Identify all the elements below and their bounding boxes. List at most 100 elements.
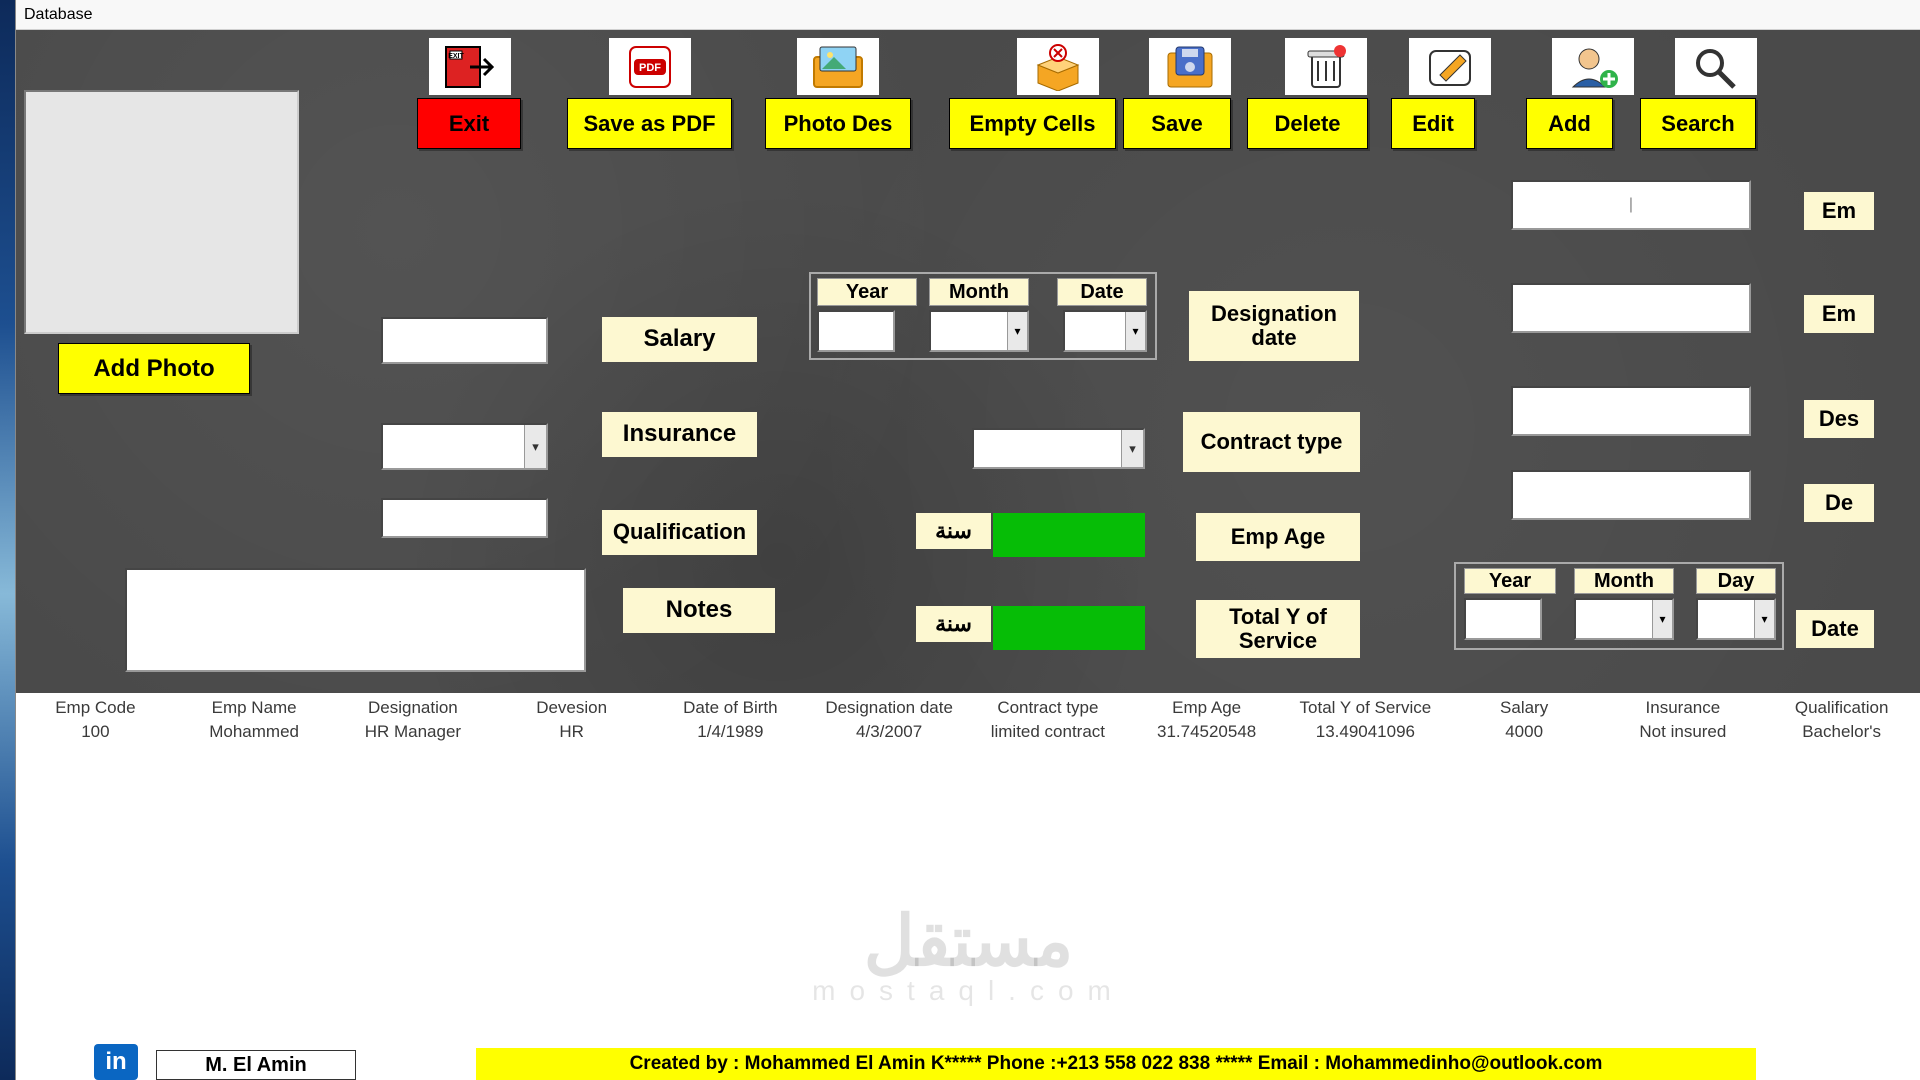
contract-type-label: Contract type: [1183, 412, 1360, 472]
qualification-label: Qualification: [602, 510, 757, 555]
grid-data-cell: Mohammed: [175, 720, 334, 746]
grid-header-cell: Emp Code: [16, 694, 175, 720]
save-as-pdf-button[interactable]: Save as PDF: [567, 98, 732, 149]
grid-data-cell: 4000: [1445, 720, 1604, 746]
emp-age-unit-label: سنة: [916, 513, 991, 549]
grid-data-cell: 100: [16, 720, 175, 746]
app-window: Database EXIT Exit PDF Save as PDF Photo…: [15, 0, 1920, 1080]
grid-data-cell: Not insured: [1604, 720, 1763, 746]
month-header: Month: [929, 278, 1029, 306]
desig-date-select[interactable]: ▾: [1063, 310, 1147, 352]
right-label-3: Des: [1804, 400, 1874, 438]
right-input-3[interactable]: [1511, 386, 1751, 436]
designation-date-label: Designation date: [1189, 291, 1359, 361]
salary-label: Salary: [602, 317, 757, 362]
chevron-down-icon: ▾: [1652, 600, 1672, 638]
svg-text:PDF: PDF: [639, 62, 661, 74]
desig-year-input[interactable]: [817, 310, 895, 352]
edit-pencil-icon: [1409, 38, 1491, 95]
right-label-4: De: [1804, 484, 1874, 522]
right-input-2[interactable]: [1511, 283, 1751, 333]
form-canvas: EXIT Exit PDF Save as PDF Photo Des Empt…: [16, 30, 1920, 693]
dob-month-select[interactable]: ▾: [1574, 598, 1674, 640]
chevron-down-icon: ▾: [1125, 312, 1145, 350]
dob-day-select[interactable]: ▾: [1696, 598, 1776, 640]
notes-label: Notes: [623, 588, 775, 633]
service-unit-label: سنة: [916, 606, 991, 642]
designation-date-group: Year Month Date ▾ ▾: [809, 272, 1157, 360]
empty-box-icon: [1017, 38, 1099, 95]
title-bar: Database: [16, 0, 1920, 30]
add-photo-button[interactable]: Add Photo: [58, 343, 250, 394]
grid-data-cell: Bachelor's: [1762, 720, 1920, 746]
save-floppy-icon: [1149, 38, 1231, 95]
chevron-down-icon: ▾: [1007, 312, 1027, 350]
photo-placeholder: [24, 90, 299, 334]
right-label-2: Em: [1804, 295, 1874, 333]
dob-month-header: Month: [1574, 568, 1674, 594]
grid-data-cell: 4/3/2007: [810, 720, 969, 746]
photo-des-button[interactable]: Photo Des: [765, 98, 911, 149]
grid-data-cell: HR: [492, 720, 651, 746]
contract-type-select[interactable]: ▾: [972, 428, 1145, 469]
grid-header-cell: Emp Age: [1127, 694, 1286, 720]
chevron-down-icon: ▾: [1121, 430, 1143, 467]
footer-credits: Created by : Mohammed El Amin K***** Pho…: [476, 1048, 1756, 1080]
grid-header-cell: Total Y of Service: [1286, 694, 1445, 720]
grid-header-cell: Designation date: [810, 694, 969, 720]
dob-day-header: Day: [1696, 568, 1776, 594]
linkedin-icon[interactable]: in: [94, 1044, 138, 1080]
grid-header-row: Emp CodeEmp NameDesignationDevesionDate …: [16, 694, 1920, 720]
add-user-icon: [1552, 38, 1634, 95]
photo-folder-icon: [797, 38, 879, 95]
date-header: Date: [1057, 278, 1147, 306]
desktop-wallpaper-strip: [0, 0, 15, 1080]
grid-header-cell: Insurance: [1604, 694, 1763, 720]
save-button[interactable]: Save: [1123, 98, 1231, 149]
grid-header-cell: Qualification: [1762, 694, 1920, 720]
add-button[interactable]: Add: [1526, 98, 1613, 149]
grid-header-cell: Designation: [334, 694, 493, 720]
edit-button[interactable]: Edit: [1391, 98, 1475, 149]
grid-header-cell: Contract type: [969, 694, 1128, 720]
total-service-value: [993, 606, 1145, 650]
insurance-select[interactable]: ▾: [381, 423, 548, 470]
svg-text:EXIT: EXIT: [448, 53, 464, 60]
search-magnifier-icon: [1675, 38, 1757, 95]
right-label-1: Em: [1804, 192, 1874, 230]
grid-data-cell: 31.74520548: [1127, 720, 1286, 746]
trash-icon: [1285, 38, 1367, 95]
empty-cells-button[interactable]: Empty Cells: [949, 98, 1116, 149]
author-name-chip: M. El Amin: [156, 1050, 356, 1080]
grid-data-cell: 13.49041096: [1286, 720, 1445, 746]
exit-icon: EXIT: [429, 38, 511, 95]
grid-header-cell: Date of Birth: [651, 694, 810, 720]
notes-textarea[interactable]: [125, 568, 586, 672]
grid-header-cell: Salary: [1445, 694, 1604, 720]
total-service-label: Total Y of Service: [1196, 600, 1360, 658]
right-input-4[interactable]: [1511, 470, 1751, 520]
grid-header-cell: Devesion: [492, 694, 651, 720]
chevron-down-icon: ▾: [524, 425, 546, 468]
window-title: Database: [24, 6, 93, 24]
dob-year-header: Year: [1464, 568, 1556, 594]
watermark-main: مستقل: [16, 900, 1920, 982]
grid-data-cell: limited contract: [969, 720, 1128, 746]
exit-button[interactable]: Exit: [417, 98, 521, 149]
desig-month-select[interactable]: ▾: [929, 310, 1029, 352]
grid-header-cell: Emp Name: [175, 694, 334, 720]
delete-button[interactable]: Delete: [1247, 98, 1368, 149]
chevron-down-icon: ▾: [1754, 600, 1774, 638]
emp-age-value: [993, 513, 1145, 557]
search-button[interactable]: Search: [1640, 98, 1756, 149]
qualification-input[interactable]: [381, 498, 548, 538]
grid-data-cell: 1/4/1989: [651, 720, 810, 746]
right-input-1[interactable]: |: [1511, 180, 1751, 230]
pdf-icon: PDF: [609, 38, 691, 95]
insurance-label: Insurance: [602, 412, 757, 457]
salary-input[interactable]: [381, 317, 548, 364]
dob-year-input[interactable]: [1464, 598, 1542, 640]
data-grid: Emp CodeEmp NameDesignationDevesionDate …: [16, 694, 1920, 746]
emp-age-label: Emp Age: [1196, 513, 1360, 561]
grid-data-row[interactable]: 100MohammedHR ManagerHR1/4/19894/3/2007l…: [16, 720, 1920, 746]
